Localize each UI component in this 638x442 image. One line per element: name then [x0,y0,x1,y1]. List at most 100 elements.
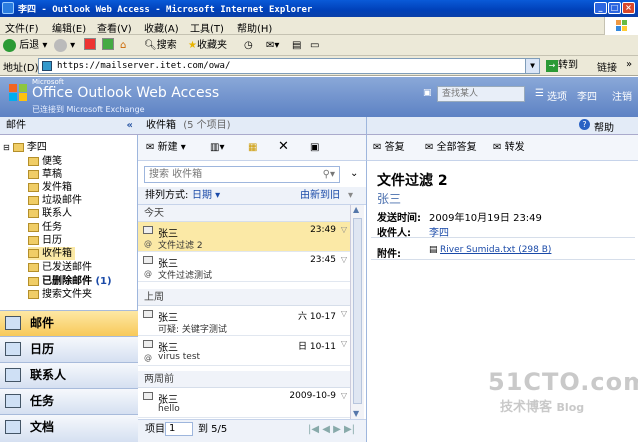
folder-item-calendar[interactable]: 日历 [28,234,62,247]
reply-all-button[interactable]: ✉ 全部答复 [425,140,477,155]
module-label: 日历 [30,342,55,356]
move-folder-icon: ▦ [248,142,258,153]
dropdown-arrow-icon[interactable]: ▼ [525,59,539,73]
contacts-icon [5,368,21,382]
tasks-icon [5,394,21,408]
message-date: 23:45 [310,255,336,265]
message-row[interactable]: @ 张三 virus test 日 10-11 ▽ [138,336,350,366]
contacts-module-button[interactable]: 联系人 [0,362,138,388]
message-sender-name[interactable]: 张三 [377,190,401,207]
group-today[interactable]: 今天 [138,205,350,222]
sort-field-dropdown[interactable]: 日期 ▾ [192,187,220,204]
search-button[interactable]: 🔍︎搜索 [144,38,177,53]
print-button[interactable]: ▤ [292,38,301,53]
owa-header: Microsoft Office Outlook Web Access 已连接到… [0,77,638,117]
menu-favorites[interactable]: 收藏(A) [144,20,179,35]
flag-icon[interactable]: ▽ [341,309,347,318]
flag-icon[interactable]: ▽ [341,225,347,234]
mailbox-icon [12,142,24,152]
folder-root[interactable]: ⊟ 李四 [3,141,47,154]
history-button[interactable]: ◷ [244,38,253,53]
delete-button[interactable]: ✕ [278,139,289,154]
collapse-toggle-icon[interactable]: ⊟ [3,143,10,152]
folder-item-sent[interactable]: 已发送邮件 [28,261,92,274]
list-toolbar: ✉ 新建 ▾ ▥▾ ▦ ✕ ▣ [138,135,366,161]
folder-item-deleted[interactable]: 已删除邮件 (1) [28,275,112,288]
find-people-input[interactable]: 查找某人 [437,86,525,102]
tasks-module-button[interactable]: 任务 [0,388,138,414]
menu-edit[interactable]: 编辑(E) [52,20,86,35]
folder-item-contacts[interactable]: 联系人 [28,207,72,220]
page-number-input[interactable]: 1 [165,422,193,436]
check-messages-button[interactable]: ▣ [310,140,319,155]
folder-item-drafts[interactable]: 草稿 [28,168,62,181]
attachment-icon: @ [144,353,152,362]
move-button[interactable]: ▦ [248,140,257,155]
forward-button[interactable]: ▾ [54,38,75,53]
group-two-weeks-ago[interactable]: 两周前 [138,371,350,388]
mail-button[interactable]: ✉▾ [266,38,279,53]
folder-item-tasks[interactable]: 任务 [28,221,62,234]
address-book-icon[interactable]: ▣ [423,88,432,98]
chevron-icon[interactable]: » [626,59,632,70]
reply-button[interactable]: ✉ 答复 [373,140,405,155]
message-row[interactable]: @ 张三 文件过滤 2 23:49 ▽ [138,222,350,252]
edit-button[interactable]: ▭ [310,38,319,53]
menu-help[interactable]: 帮助(H) [237,20,272,35]
folder-icon [28,169,39,179]
group-last-week[interactable]: 上周 [138,289,350,306]
home-button[interactable]: ⌂ [120,38,126,53]
maximize-button[interactable]: □ [608,2,621,14]
read-envelope-icon [143,392,153,400]
search-icon[interactable]: ⚲▾ [323,167,335,182]
folder-icon [28,262,39,272]
sort-order-toggle[interactable]: 由新到旧 [300,187,340,204]
windows-flag-icon [616,20,627,31]
menu-tools[interactable]: 工具(T) [190,20,224,35]
favorites-button[interactable]: ★收藏夹 [188,38,227,53]
back-button[interactable]: 后退 ▾ [3,38,47,53]
attachment-link[interactable]: River Sumida.txt (298 B) [440,245,551,255]
flag-icon[interactable]: ▽ [341,339,347,348]
links-button[interactable]: 链接 [597,59,617,74]
folder-item-inbox[interactable]: 收件箱 [28,247,75,260]
help-link[interactable]: 帮助 [594,119,614,134]
expand-search-icon[interactable]: ⌄ [350,168,358,179]
go-button[interactable]: → 转到 [546,58,578,73]
address-input[interactable]: https://mailserver.itet.com/owa/ ▼ [38,58,540,74]
message-row[interactable]: 张三 hello 2009-10-9 ▽ [138,388,350,418]
folder-item-junk[interactable]: 垃圾邮件 [28,194,82,207]
page-nav-icons[interactable]: |◀ ◀ ▶ ▶| [308,420,355,440]
folder-item-notes[interactable]: 便笺 [28,155,62,168]
forward-button[interactable]: ✉ 转发 [493,140,525,155]
new-button[interactable]: ✉ 新建 ▾ [146,140,186,155]
folder-item-search[interactable]: 搜索文件夹 [28,288,92,301]
minimize-button[interactable]: _ [594,2,607,14]
calendar-module-button[interactable]: 日历 [0,336,138,362]
message-list-scrollbar[interactable]: ▲ ▼ [350,205,364,419]
scroll-up-icon[interactable]: ▲ [353,205,359,214]
documents-module-button[interactable]: 文档 [0,414,138,442]
logoff-link[interactable]: 注销 [612,88,632,103]
scroll-thumb[interactable] [353,218,362,404]
menu-file[interactable]: 文件(F) [5,20,39,35]
options-link[interactable]: 选项 [547,88,567,103]
close-button[interactable]: × [622,2,635,14]
mail-module-button[interactable]: 邮件 [0,310,138,336]
user-menu[interactable]: 李四 [577,88,597,103]
sort-arrow-icon: ▾ [348,190,354,201]
item-count: (5 个项目) [183,120,231,131]
menu-view[interactable]: 查看(V) [97,20,132,35]
folder-item-outbox[interactable]: 发件箱 [28,181,72,194]
collapse-icon[interactable]: « [127,117,133,134]
flag-icon[interactable]: ▽ [341,391,347,400]
search-input[interactable]: 搜索 收件箱 ⚲▾ [144,166,340,183]
message-row[interactable]: @ 张三 文件过滤测试 23:45 ▽ [138,252,350,282]
refresh-button[interactable] [102,38,114,53]
stop-button[interactable] [84,38,96,53]
flag-icon[interactable]: ▽ [341,255,347,264]
scroll-down-icon[interactable]: ▼ [353,409,359,418]
message-row[interactable]: 张三 可疑: 关键字测试 六 10-17 ▽ [138,306,350,336]
browser-toolbar: 后退 ▾ ▾ ⌂ 🔍︎搜索 ★收藏夹 ◷ ✉▾ ▤ ▭ [0,35,638,56]
view-button[interactable]: ▥▾ [210,140,224,155]
